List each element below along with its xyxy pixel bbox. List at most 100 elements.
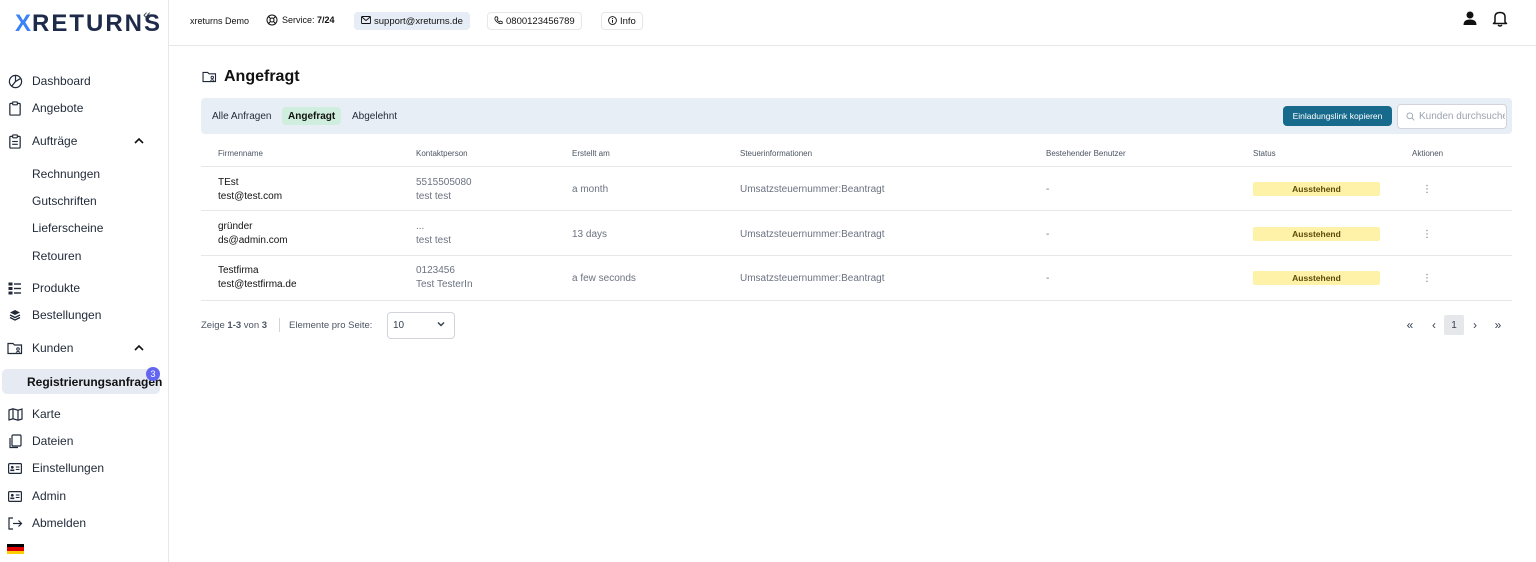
sidebar-item-abmelden[interactable]: Abmelden bbox=[0, 511, 160, 535]
page-title-text: Angefragt bbox=[224, 68, 300, 85]
sidebar-item-registrierungsanfragen[interactable]: Registrierungsanfragen bbox=[2, 369, 162, 394]
contact-line: 0123456 bbox=[416, 265, 455, 276]
files-icon bbox=[7, 433, 23, 449]
column-header-erstellt-am[interactable]: Erstellt am bbox=[572, 149, 610, 158]
sidebar-item-admin[interactable]: Admin bbox=[0, 484, 160, 508]
created-cell: 13 days bbox=[572, 229, 608, 240]
row-divider bbox=[201, 255, 1512, 256]
tab-abgelehnt[interactable]: Abgelehnt bbox=[346, 107, 403, 125]
existing-user-cell: - bbox=[1046, 273, 1050, 284]
copy-invite-link-button[interactable]: Einladungslink kopieren bbox=[1283, 106, 1392, 126]
search-input[interactable] bbox=[1419, 111, 1505, 122]
mail-icon bbox=[361, 16, 371, 26]
more-actions-icon[interactable]: ⋮ bbox=[1421, 273, 1433, 284]
column-header-steuerinformationen[interactable]: Steuerinformationen bbox=[740, 149, 812, 158]
info-chip[interactable]: Info bbox=[601, 12, 643, 30]
sidebar-item-angebote[interactable]: Angebote bbox=[0, 96, 160, 120]
company-cell: Testfirma test@testfirma.de bbox=[218, 264, 297, 292]
column-header-kontaktperson[interactable]: Kontaktperson bbox=[416, 149, 468, 158]
service-info: Service: 7/24 bbox=[266, 14, 335, 26]
bell-icon[interactable] bbox=[1492, 10, 1510, 28]
results-summary: Zeige 1-3 von 3 bbox=[201, 320, 267, 331]
clipboard-list-icon bbox=[7, 133, 23, 149]
sidebar-item-lieferscheine[interactable]: Lieferscheine bbox=[32, 218, 103, 238]
row-divider bbox=[201, 300, 1512, 301]
sidebar-item-karte[interactable]: Karte bbox=[0, 402, 160, 426]
more-actions-icon[interactable]: ⋮ bbox=[1421, 184, 1433, 195]
column-header-status[interactable]: Status bbox=[1253, 149, 1276, 158]
sidebar-item-label: Dashboard bbox=[32, 74, 91, 88]
showing-total: 3 bbox=[261, 320, 268, 331]
sidebar-item-dateien[interactable]: Dateien bbox=[0, 429, 160, 453]
status-badge: Ausstehend bbox=[1253, 271, 1380, 285]
sidebar-item-rechnungen[interactable]: Rechnungen bbox=[32, 164, 100, 184]
prev-page-button[interactable]: ‹ bbox=[1424, 315, 1444, 335]
company-email: ds@admin.com bbox=[218, 235, 288, 246]
sidebar-item-dashboard[interactable]: Dashboard bbox=[0, 69, 160, 93]
column-header-firmenname[interactable]: Firmenname bbox=[218, 149, 263, 158]
more-actions-icon[interactable]: ⋮ bbox=[1421, 229, 1433, 240]
lifebuoy-icon bbox=[266, 14, 278, 26]
sidebar-item-label: Aufträge bbox=[32, 134, 78, 148]
support-email: support@xreturns.de bbox=[374, 15, 463, 27]
id-card-icon bbox=[7, 488, 23, 504]
german-flag-icon[interactable] bbox=[7, 544, 24, 554]
sidebar-item-einstellungen[interactable]: Einstellungen bbox=[0, 456, 160, 480]
company-name: gründer bbox=[218, 221, 253, 232]
page-title: Angefragt bbox=[202, 68, 300, 86]
tax-info-cell: Umsatzsteuernummer:Beantragt bbox=[740, 229, 885, 240]
sidebar-item-label: Einstellungen bbox=[32, 461, 105, 475]
phone-chip[interactable]: 0800123456789 bbox=[487, 12, 582, 30]
support-email-chip[interactable]: support@xreturns.de bbox=[354, 12, 470, 30]
company-email: test@test.com bbox=[218, 191, 283, 202]
id-card-icon bbox=[7, 460, 23, 476]
showing-prefix: Zeige bbox=[201, 320, 225, 331]
row-divider bbox=[201, 210, 1512, 211]
tax-info-cell: Umsatzsteuernummer:Beantragt bbox=[740, 184, 885, 195]
phone-number: 0800123456789 bbox=[506, 15, 575, 27]
contact-cell: 5515505080 test test bbox=[416, 176, 472, 204]
per-page-select[interactable]: 10 bbox=[387, 312, 455, 339]
clipboard-icon bbox=[7, 100, 23, 116]
tab-angefragt[interactable]: Angefragt bbox=[282, 107, 342, 125]
sidebar-item-label: Angebote bbox=[32, 101, 84, 115]
sidebar-item-label: Admin bbox=[32, 489, 67, 503]
sidebar-item-label: Abmelden bbox=[32, 516, 87, 530]
company-email: test@testfirma.de bbox=[218, 279, 297, 290]
user-icon[interactable] bbox=[1462, 10, 1480, 28]
logout-icon bbox=[7, 515, 23, 531]
company-name: TEst bbox=[218, 177, 239, 188]
collapse-sidebar-icon[interactable]: « bbox=[143, 6, 151, 22]
first-page-button[interactable]: « bbox=[1400, 315, 1420, 335]
next-page-button[interactable]: › bbox=[1465, 315, 1485, 335]
chevron-up-icon[interactable] bbox=[134, 342, 144, 354]
customer-search[interactable] bbox=[1397, 104, 1507, 129]
status-badge: Ausstehend bbox=[1253, 227, 1380, 241]
sidebar-item-retouren[interactable]: Retouren bbox=[32, 246, 81, 266]
existing-user-cell: - bbox=[1046, 229, 1050, 240]
sidebar-item-produkte[interactable]: Produkte bbox=[0, 276, 160, 300]
search-icon bbox=[1406, 112, 1415, 121]
sidebar-item-bestellungen[interactable]: Bestellungen bbox=[0, 303, 160, 327]
sidebar-item-gutschriften[interactable]: Gutschriften bbox=[32, 191, 97, 211]
created-cell: a month bbox=[572, 184, 609, 195]
page-button-current[interactable]: 1 bbox=[1444, 315, 1464, 335]
service-value: 7/24 bbox=[317, 15, 335, 25]
per-page-label: Elemente pro Seite: bbox=[289, 320, 373, 331]
last-page-button[interactable]: » bbox=[1488, 315, 1508, 335]
showing-of: von bbox=[243, 320, 260, 331]
logo[interactable]: X RETURNS bbox=[15, 10, 162, 38]
column-header-bestehender-benutzer[interactable]: Bestehender Benutzer bbox=[1046, 149, 1126, 158]
info-icon bbox=[608, 15, 617, 27]
layers-icon bbox=[7, 307, 23, 323]
contact-line: ... bbox=[416, 221, 425, 232]
footer-divider bbox=[279, 318, 280, 332]
tab-alle-anfragen[interactable]: Alle Anfragen bbox=[206, 107, 278, 125]
sidebar-item-kunden[interactable]: Kunden bbox=[0, 336, 160, 360]
contact-cell: ... test test bbox=[416, 220, 451, 248]
company-name: xreturns Demo bbox=[190, 16, 250, 26]
company-cell: TEst test@test.com bbox=[218, 176, 282, 204]
tax-info-cell: Umsatzsteuernummer:Beantragt bbox=[740, 273, 885, 284]
sidebar-item-auftraege[interactable]: Aufträge bbox=[0, 129, 160, 153]
chevron-up-icon[interactable] bbox=[134, 135, 144, 147]
